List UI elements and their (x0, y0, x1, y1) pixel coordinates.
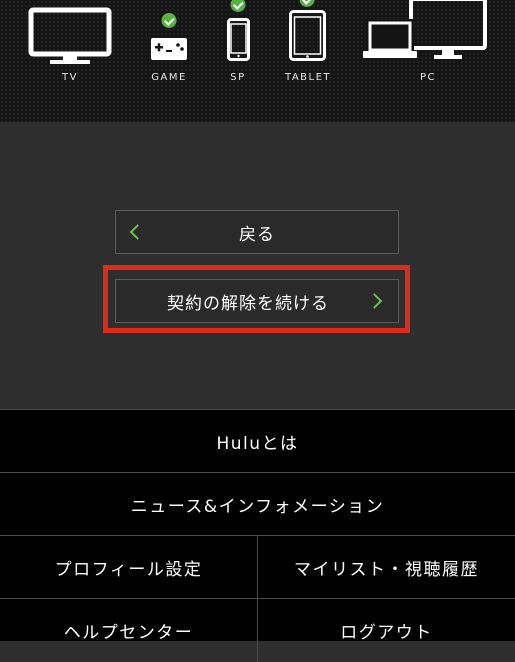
continue-cancellation-button[interactable]: 契約の解除を続ける (115, 279, 399, 323)
back-button-label: 戻る (239, 224, 275, 245)
device-label-pc: PC (419, 72, 437, 83)
menu-row: ヘルプセンター ログアウト (0, 599, 515, 662)
menu-item-help[interactable]: ヘルプセンター (0, 599, 257, 662)
back-button[interactable]: 戻る (115, 210, 399, 254)
device-pc: PC (0, 0, 515, 122)
device-list: TV GAME SP TABLET PC (0, 0, 515, 122)
pc-icon (363, 0, 487, 59)
menu-item-logout[interactable]: ログアウト (257, 599, 515, 662)
menu-item-mylist[interactable]: マイリスト・視聴履歴 (257, 536, 515, 598)
chevron-right-icon (366, 293, 383, 309)
menu-row: Huluとは (0, 410, 515, 473)
menu-row: ニュース&インフォメーション (0, 473, 515, 536)
menu-item-profile[interactable]: プロフィール設定 (0, 536, 257, 598)
continue-cancellation-label: 契約の解除を続ける (167, 293, 329, 314)
menu-row: プロフィール設定 マイリスト・視聴履歴 (0, 536, 515, 599)
chevron-left-icon (129, 224, 146, 240)
menu-item-news[interactable]: ニュース&インフォメーション (0, 473, 515, 535)
footer-menu: Huluとは ニュース&インフォメーション プロフィール設定 マイリスト・視聴履… (0, 409, 515, 662)
menu-item-about[interactable]: Huluとは (0, 410, 515, 472)
